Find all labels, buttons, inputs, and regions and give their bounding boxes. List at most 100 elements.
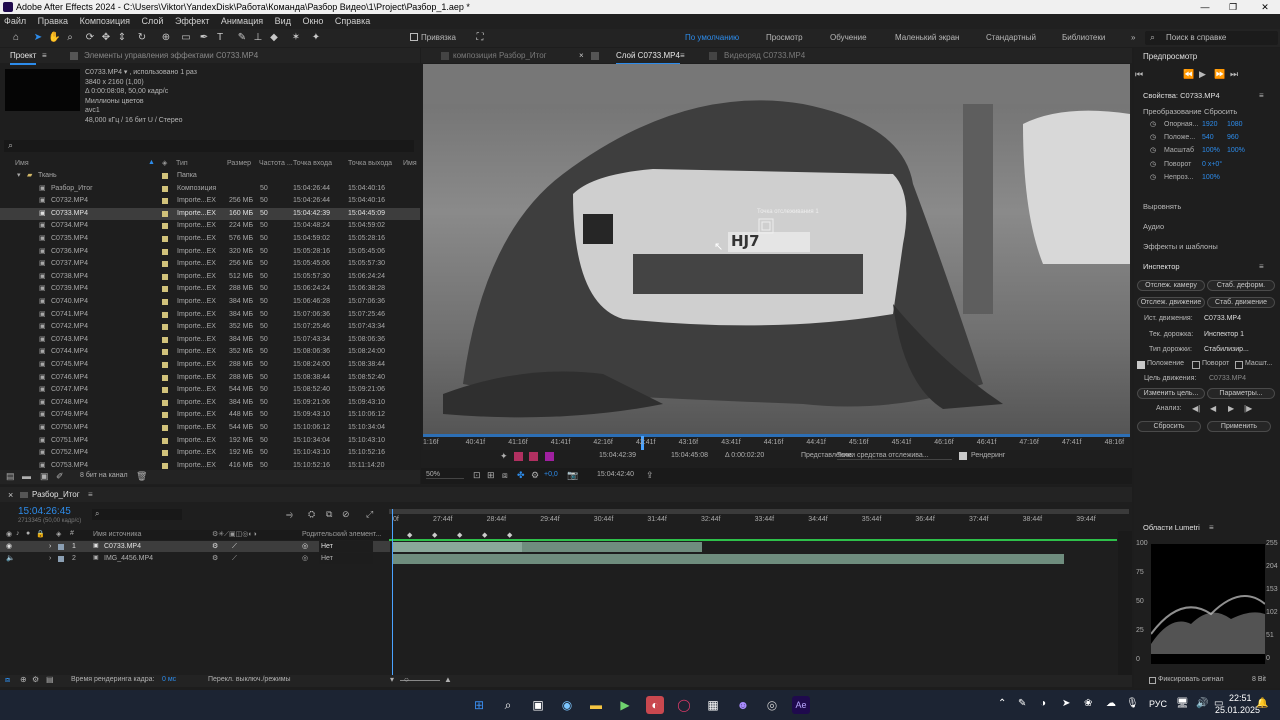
lock-switch-icon[interactable]: 🔒	[36, 530, 45, 538]
keyframe-icon[interactable]: ◆	[507, 531, 512, 539]
align-section[interactable]: Выровнять	[1143, 202, 1181, 211]
audio-speaker-icon[interactable]: 🔈	[6, 553, 15, 564]
expand-layer-icon[interactable]: ›	[49, 541, 51, 552]
prev-frame-icon[interactable]: ⏪	[1183, 69, 1194, 80]
project-item-row[interactable]: ▣ C0743.MP4 Importe...EX 384 МБ 50 15:07:43:3…	[0, 334, 420, 347]
bit-depth-dropdown[interactable]: 8 Bit	[1252, 676, 1266, 683]
mask-icon[interactable]	[529, 452, 538, 461]
label-header-icon[interactable]: ◈	[56, 530, 61, 538]
task-view-icon[interactable]: ▣	[529, 696, 547, 714]
tab-layer[interactable]: Слой C0733.MP4	[616, 48, 680, 65]
workspace-small-screen[interactable]: Маленький экран	[895, 33, 959, 42]
timeline-timecode[interactable]: 15:04:26:45	[18, 506, 71, 517]
project-settings-icon[interactable]: ✐	[56, 471, 64, 482]
menu-edit[interactable]: Правка	[38, 16, 68, 26]
tab-effect-controls[interactable]: Элементы управления эффектами C0733.MP4	[84, 48, 258, 63]
solo-switch-icon[interactable]: ●	[26, 530, 30, 537]
audio-switch-icon[interactable]: ♪	[16, 530, 20, 537]
yandex-browser-icon[interactable]: ◐	[646, 696, 664, 714]
property-value-1[interactable]: 100%	[1202, 172, 1220, 184]
orbit-tool-icon[interactable]: ⟳	[84, 32, 96, 44]
pan-tool-icon[interactable]: ✥	[100, 32, 112, 44]
menu-composition[interactable]: Композиция	[80, 16, 130, 26]
viewer-menu-icon[interactable]: ≡	[680, 48, 685, 63]
project-item-row[interactable]: ▣ C0739.MP4 Importe...EX 288 МБ 50 15:06:24:2…	[0, 283, 420, 296]
work-area-bar[interactable]	[423, 434, 1130, 437]
shy-layers-icon[interactable]: ⧉	[326, 509, 332, 520]
column-in-point[interactable]: Точка входа	[293, 160, 332, 167]
project-item-row[interactable]: ▣ C0748.MP4 Importe...EX 384 МБ 50 15:09:21:0…	[0, 397, 420, 410]
dolly-tool-icon[interactable]: ⇕	[116, 32, 128, 44]
shy-switch-icon[interactable]: ⚙	[212, 541, 218, 552]
scale-checkbox[interactable]	[1235, 361, 1243, 369]
stabilize-motion-button[interactable]: Стаб. движение	[1207, 297, 1275, 308]
layer-time-ruler[interactable]: 1:16f 40:41f 41:16f 41:41f 42:16f 42:41f 43:16…	[423, 434, 1130, 450]
notifications-icon[interactable]: 🔔	[1256, 698, 1268, 709]
new-composition-icon[interactable]: ▣	[40, 471, 49, 482]
network-icon[interactable]: 🖥	[1176, 698, 1189, 709]
parent-pickwhip-icon[interactable]: ◎	[302, 541, 308, 552]
stopwatch-icon[interactable]: ◷	[1150, 159, 1156, 171]
workspace-review[interactable]: Просмотр	[766, 33, 803, 42]
property-value-2[interactable]: 960	[1227, 132, 1239, 144]
workspace-default[interactable]: По умолчанию	[685, 33, 739, 42]
column-name[interactable]: Имя	[15, 160, 29, 167]
options-button[interactable]: Параметры...	[1207, 388, 1275, 399]
project-item-row[interactable]: ▣ C0742.MP4 Importe...EX 352 МБ 50 15:07:25:4…	[0, 321, 420, 334]
text-tool-icon[interactable]: T	[214, 32, 226, 44]
project-item-row[interactable]: ▣ Разбор_Итог Композиция 50 15:04:26:44 15:04…	[0, 183, 420, 196]
project-item-row[interactable]: ▣ C0750.MP4 Importe...EX 544 МБ 50 15:10:06:1…	[0, 422, 420, 435]
project-item-row[interactable]: ▣ C0746.MP4 Importe...EX 288 МБ 50 15:08:38:4…	[0, 372, 420, 385]
microphone-icon[interactable]: 🎙	[1126, 698, 1139, 709]
share-view-icon[interactable]: ⇪	[646, 470, 654, 481]
clock-time[interactable]: 22:51	[1229, 693, 1252, 703]
project-item-row[interactable]: ▣ C0740.MP4 Importe...EX 384 МБ 50 15:06:46:2…	[0, 296, 420, 309]
project-item-row[interactable]: ▣ C0752.MP4 Importe...EX 192 МБ 50 15:10:43:1…	[0, 447, 420, 460]
project-item-row[interactable]: ▣ C0737.MP4 Importe...EX 256 МБ 50 15:05:45:0…	[0, 258, 420, 271]
property-value-2[interactable]: 100%	[1227, 145, 1245, 157]
clock-date[interactable]: 25.01.2025	[1215, 705, 1260, 715]
rotate-tool-icon[interactable]: ↻	[136, 32, 148, 44]
telegram-icon[interactable]: ➤	[1062, 698, 1070, 709]
workspace-libraries[interactable]: Библиотеки	[1062, 33, 1105, 42]
stopwatch-icon[interactable]: ◷	[1150, 119, 1156, 131]
tab-project[interactable]: Проект	[10, 48, 37, 65]
keyframe-icon[interactable]: ◆	[482, 531, 487, 539]
property-value-2[interactable]: 1080	[1227, 119, 1243, 131]
anchor-tool-icon[interactable]: ⊕	[160, 32, 172, 44]
property-value-1[interactable]: 0 x+0°	[1202, 159, 1222, 171]
stopwatch-icon[interactable]: ◷	[1150, 132, 1156, 144]
render-checkbox[interactable]	[959, 452, 967, 460]
menu-effect[interactable]: Эффект	[175, 16, 209, 26]
maximize-button[interactable]: ❐	[1218, 0, 1248, 14]
property-value-1[interactable]: 100%	[1202, 145, 1220, 157]
clone-stamp-tool-icon[interactable]: ⊥	[252, 32, 264, 44]
parent-pickwhip-icon[interactable]: ◎	[302, 553, 308, 564]
viewer-current-time[interactable]: 15:04:42:40	[597, 471, 634, 478]
layer-row[interactable]: 🔈 › 2 ▣ IMG_4456.MP4 ⚙ ⟋ ◎ Нет	[0, 552, 390, 564]
workspace-overflow-icon[interactable]: »	[1131, 33, 1135, 42]
tray-app-icon[interactable]: ✎	[1018, 698, 1026, 709]
play-icon[interactable]: ▶	[1199, 69, 1206, 80]
column-size[interactable]: Размер	[227, 160, 251, 167]
project-item-row[interactable]: ▾ ▰ Ткань Папка	[0, 170, 420, 183]
column-source-name[interactable]: Имя источника	[93, 531, 141, 538]
channels-icon[interactable]: ✤	[517, 470, 525, 481]
tray-app-icon[interactable]: ❀	[1084, 698, 1092, 709]
file-explorer-icon[interactable]: ▬	[587, 696, 605, 714]
next-frame-icon[interactable]: ⏩	[1214, 69, 1225, 80]
sort-up-icon[interactable]: ▲	[148, 159, 155, 166]
analyze-forward-icon[interactable]: ▶	[1228, 404, 1234, 413]
transfer-controls-icon[interactable]: ⚙	[32, 675, 39, 684]
track-type-dropdown[interactable]: Стабилизир...	[1204, 346, 1249, 353]
edit-target-button[interactable]: Изменить цель...	[1137, 388, 1205, 399]
quality-switch-icon[interactable]: ⟋	[232, 541, 237, 552]
graph-editor-icon[interactable]: ⤢	[366, 509, 373, 520]
menu-file[interactable]: Файл	[4, 16, 26, 26]
tab-timeline-composition[interactable]: Разбор_Итог	[32, 490, 80, 499]
rotation-checkbox[interactable]	[1192, 361, 1200, 369]
label-column-icon[interactable]: ◈	[162, 159, 167, 167]
help-search-input[interactable]: ⌕ Поиск в справке	[1145, 31, 1278, 45]
out-point-time[interactable]: 15:04:45:08	[671, 452, 708, 459]
start-icon[interactable]: ⊞	[470, 696, 488, 714]
